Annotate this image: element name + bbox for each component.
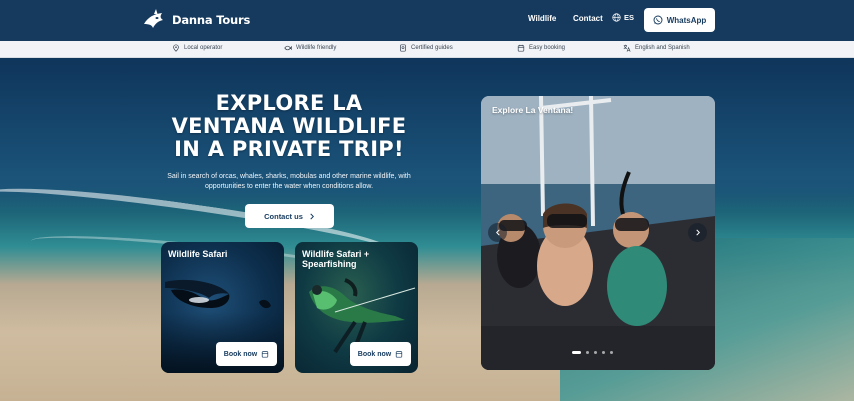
- book-now-button[interactable]: Book now: [350, 342, 411, 366]
- language-switcher[interactable]: ES: [612, 13, 634, 22]
- calendar-icon: [396, 351, 403, 358]
- carousel-dot[interactable]: [586, 351, 589, 354]
- carousel-next-button[interactable]: [688, 223, 707, 242]
- certificate-icon: [400, 44, 406, 52]
- translate-icon: [623, 44, 631, 52]
- orca-logo-icon: [144, 9, 163, 28]
- brand-name: Danna Tours: [172, 13, 251, 27]
- feature-easy-booking: Easy booking: [517, 44, 565, 52]
- card-title: Wildlife Safari + Spearfishing: [302, 249, 370, 269]
- feature-label: English and Spanish: [635, 45, 690, 51]
- location-pin-icon: [173, 44, 179, 52]
- nav-link-contact[interactable]: Contact: [573, 14, 603, 23]
- carousel-prev-button[interactable]: [488, 223, 507, 242]
- book-now-label: Book now: [357, 350, 392, 358]
- chevron-right-icon: [695, 229, 700, 236]
- ocean-area: [0, 58, 854, 208]
- feature-label: Local operator: [184, 45, 223, 51]
- carousel-dot[interactable]: [572, 351, 581, 354]
- feature-languages: English and Spanish: [623, 44, 690, 52]
- chevron-right-icon: [310, 213, 314, 219]
- top-navigation: Danna Tours Wildlife Contact ES WhatsApp: [0, 0, 854, 41]
- globe-icon: [612, 13, 621, 22]
- feature-wildlife-friendly: Wildlife friendly: [284, 44, 336, 52]
- chevron-left-icon: [495, 229, 500, 236]
- feature-label: Certified guides: [411, 45, 453, 51]
- feature-label: Easy booking: [529, 45, 566, 51]
- tour-card-wildlife-safari[interactable]: Wildlife Safari Book now: [161, 242, 284, 373]
- book-now-button[interactable]: Book now: [216, 342, 277, 366]
- book-now-label: Book now: [223, 350, 258, 358]
- carousel-title: Explore La Ventana!: [492, 105, 574, 115]
- feature-label: Wildlife friendly: [296, 45, 337, 51]
- calendar-icon: [517, 44, 525, 52]
- whatsapp-button[interactable]: WhatsApp: [644, 8, 715, 32]
- carousel-dot[interactable]: [594, 351, 597, 354]
- feature-local-operator: Local operator: [172, 44, 222, 52]
- nav-link-wildlife[interactable]: Wildlife: [528, 14, 556, 23]
- card-title: Wildlife Safari: [168, 249, 228, 259]
- hero-title: EXPLORE LA VENTANA WILDLIFE IN A PRIVATE…: [171, 91, 407, 161]
- features-bar: Local operator Wildlife friendly Certifi…: [0, 41, 854, 58]
- carousel-photo: [481, 96, 715, 370]
- carousel-dot[interactable]: [610, 351, 613, 354]
- contact-us-label: Contact us: [264, 211, 303, 221]
- carousel-indicators: [572, 351, 613, 354]
- whatsapp-label: WhatsApp: [666, 15, 707, 25]
- brand-logo-link[interactable]: Danna Tours: [142, 8, 250, 32]
- contact-us-button[interactable]: Contact us: [245, 204, 334, 228]
- feature-certified-guides: Certified guides: [399, 44, 453, 52]
- whatsapp-icon: [653, 15, 663, 25]
- tour-card-wildlife-safari-spearfishing[interactable]: Wildlife Safari + Spearfishing Book now: [295, 242, 418, 373]
- hero-background: [0, 58, 854, 401]
- photo-carousel[interactable]: Explore La Ventana!: [481, 96, 715, 370]
- fish-icon: [284, 45, 292, 51]
- hero-subtitle: Sail in search of orcas, whales, sharks,…: [167, 173, 411, 190]
- carousel-dot[interactable]: [602, 351, 605, 354]
- language-label: ES: [624, 13, 635, 22]
- calendar-icon: [262, 351, 269, 358]
